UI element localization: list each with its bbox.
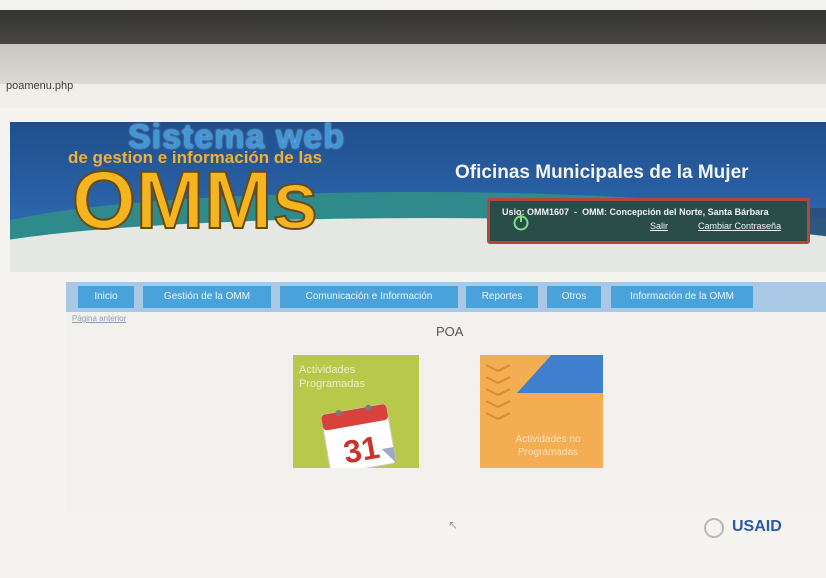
browser-address-bar[interactable] bbox=[0, 44, 826, 84]
logo-omms[interactable]: OMMs bbox=[71, 159, 319, 243]
page-title: POA bbox=[436, 324, 464, 339]
nav-item-inicio[interactable]: Inicio bbox=[78, 286, 134, 308]
back-link[interactable]: Página anterior bbox=[72, 314, 126, 323]
main-nav: Inicio Gestión de la OMM Comunicación e … bbox=[66, 282, 826, 312]
nav-item-otros[interactable]: Otros bbox=[547, 286, 601, 308]
calendar-day: 31 bbox=[341, 429, 382, 468]
power-icon[interactable] bbox=[512, 213, 530, 231]
change-password-link[interactable]: Cambiar Contraseña bbox=[698, 221, 781, 231]
user-actions: Salir Cambiar Contraseña bbox=[650, 221, 781, 231]
nav-item-comunicacion[interactable]: Comunicación e Información bbox=[280, 286, 458, 308]
tile-actividades-programadas[interactable]: Actividades Programadas 31 bbox=[293, 355, 419, 468]
content-area bbox=[66, 312, 826, 512]
mouse-cursor-icon: ↖ bbox=[448, 518, 459, 532]
usaid-seal-icon bbox=[704, 518, 724, 538]
monitor-edge bbox=[0, 0, 826, 10]
address-bar-url[interactable]: poamenu.php bbox=[6, 80, 73, 92]
calendar-icon: 31 bbox=[320, 403, 397, 468]
site-title: Oficinas Municipales de la Mujer bbox=[455, 162, 749, 183]
sponsor-logo: USAID bbox=[732, 518, 782, 535]
user-separator: - bbox=[574, 207, 578, 217]
site-banner: Sistema web de gestion e información de … bbox=[10, 122, 826, 272]
tile-accent-shape bbox=[517, 355, 603, 393]
nav-item-gestion[interactable]: Gestión de la OMM bbox=[143, 286, 271, 308]
nav-item-informacion[interactable]: Información de la OMM bbox=[611, 286, 753, 308]
user-info-box: Usio: OMM1607 - OMM: Concepción del Nort… bbox=[487, 198, 810, 244]
tile-actividades-no-programadas[interactable]: Actividades no Programadas bbox=[480, 355, 603, 468]
screen-frame: poamenu.php Sistema web de gestion e inf… bbox=[0, 0, 826, 578]
nav-item-reportes[interactable]: Reportes bbox=[466, 286, 538, 308]
user-info-line: Usio: OMM1607 - OMM: Concepción del Nort… bbox=[502, 207, 769, 217]
tile-label: Actividades Programadas bbox=[299, 364, 366, 390]
logout-link[interactable]: Salir bbox=[650, 221, 668, 231]
stack-lines-icon bbox=[485, 364, 511, 421]
user-omm: OMM: Concepción del Norte, Santa Bárbara bbox=[582, 207, 769, 217]
tile-label: Actividades no Programadas bbox=[515, 434, 581, 458]
